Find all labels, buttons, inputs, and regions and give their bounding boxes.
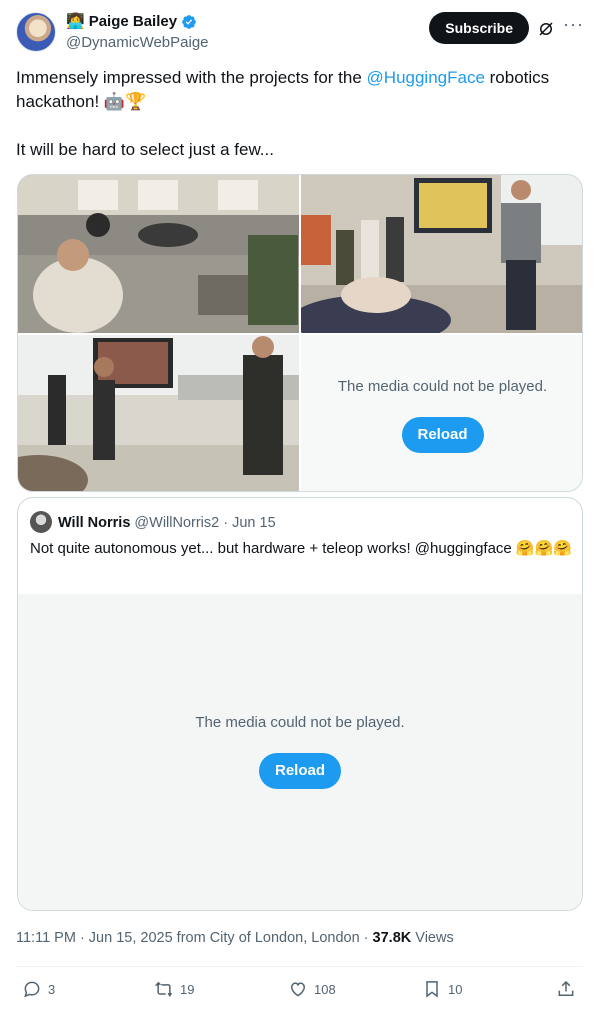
repost-count: 19 bbox=[180, 981, 195, 997]
timestamp-text[interactable]: 11:11 PM · Jun 15, 2025 from City of Lon… bbox=[16, 930, 373, 946]
quote-text: Not quite autonomous yet... but hardware… bbox=[30, 540, 572, 557]
quote-reload-button[interactable]: Reload bbox=[258, 753, 342, 789]
reply-count: 3 bbox=[48, 981, 56, 997]
media-grid: The media could not be played. Reload bbox=[17, 174, 583, 492]
share-button[interactable] bbox=[556, 979, 576, 999]
verified-badge-icon bbox=[182, 15, 196, 29]
grok-icon[interactable] bbox=[537, 20, 555, 38]
repost-button[interactable]: 19 bbox=[154, 979, 194, 999]
bookmark-button[interactable]: 10 bbox=[422, 979, 462, 999]
tweet-timestamp: 11:11 PM · Jun 15, 2025 from City of Lon… bbox=[16, 930, 454, 946]
bookmark-icon bbox=[426, 981, 438, 998]
quote-author-name[interactable]: Will Norris bbox=[58, 515, 130, 531]
quote-video-unavailable: The media could not be played. Reload bbox=[18, 594, 582, 910]
subscribe-button[interactable]: Subscribe bbox=[429, 12, 529, 44]
reply-button[interactable]: 3 bbox=[22, 979, 55, 999]
author-emoji: 👩‍💻 bbox=[66, 13, 85, 30]
heart-icon bbox=[290, 982, 306, 997]
author-handle[interactable]: @DynamicWebPaige bbox=[66, 34, 209, 51]
views-label: Views bbox=[411, 930, 454, 946]
mention-link[interactable]: @HuggingFace bbox=[367, 68, 485, 87]
author-name-row[interactable]: 👩‍💻 Paige Bailey bbox=[66, 13, 197, 31]
tweet-paragraph-2: It will be hard to select just a few... bbox=[16, 140, 274, 159]
action-bar: 3 19 108 10 bbox=[16, 977, 583, 1007]
tweet-paragraph-1: Immensely impressed with the projects fo… bbox=[16, 66, 583, 114]
media-video-unavailable: The media could not be played. Reload bbox=[301, 335, 582, 491]
media-photo-2[interactable] bbox=[301, 175, 582, 333]
quote-meta: @WillNorris2 · Jun 15 bbox=[134, 515, 276, 531]
reload-button[interactable]: Reload bbox=[401, 417, 484, 453]
repost-icon bbox=[154, 981, 173, 998]
author-avatar[interactable] bbox=[16, 12, 56, 52]
tweet-text-part: Immensely impressed with the projects fo… bbox=[16, 68, 367, 87]
quote-media-error-message: The media could not be played. bbox=[195, 714, 405, 731]
tweet-text: Immensely impressed with the projects fo… bbox=[16, 66, 583, 162]
quote-author-avatar[interactable] bbox=[30, 511, 52, 533]
quoted-tweet[interactable]: Will Norris @WillNorris2 · Jun 15 Not qu… bbox=[17, 497, 583, 911]
views-count: 37.8K bbox=[372, 930, 412, 946]
share-icon bbox=[558, 980, 574, 996]
media-error-message: The media could not be played. bbox=[337, 378, 548, 395]
like-count: 108 bbox=[314, 981, 336, 997]
reply-icon bbox=[24, 981, 40, 998]
media-photo-3[interactable] bbox=[18, 335, 299, 491]
media-photo-1[interactable] bbox=[18, 175, 299, 333]
divider bbox=[16, 966, 583, 967]
author-display-name[interactable]: Paige Bailey bbox=[89, 13, 177, 31]
tweet-header: 👩‍💻 Paige Bailey @DynamicWebPaige Subscr… bbox=[16, 10, 583, 54]
bookmark-count: 10 bbox=[448, 981, 463, 997]
more-icon[interactable]: ··· bbox=[563, 15, 583, 36]
quote-header: Will Norris @WillNorris2 · Jun 15 bbox=[58, 514, 276, 532]
like-button[interactable]: 108 bbox=[288, 979, 336, 999]
